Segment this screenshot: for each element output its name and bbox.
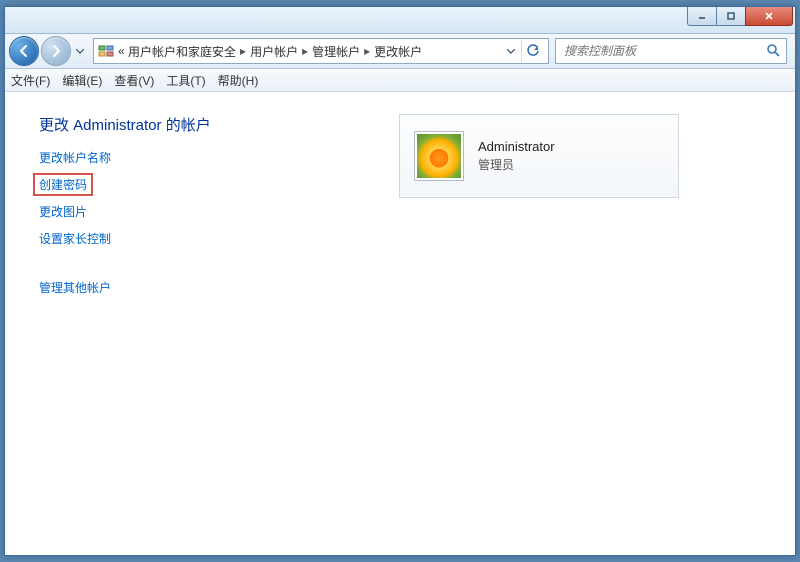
refresh-icon	[526, 44, 540, 58]
menu-tools[interactable]: 工具(T)	[166, 72, 205, 89]
breadcrumb-item[interactable]: 更改帐户	[374, 43, 422, 60]
close-button[interactable]	[745, 7, 793, 26]
back-arrow-icon	[17, 44, 31, 58]
breadcrumb-label: 更改帐户	[374, 43, 422, 60]
breadcrumb-label: 用户帐户和家庭安全	[128, 43, 236, 60]
titlebar	[5, 7, 795, 34]
breadcrumb-overflow[interactable]: «	[118, 44, 125, 58]
refresh-button[interactable]	[521, 40, 544, 62]
breadcrumb-item[interactable]: 管理帐户 ▸	[312, 43, 374, 60]
breadcrumb-item[interactable]: 用户帐户 ▸	[250, 43, 312, 60]
back-button[interactable]	[9, 36, 39, 66]
link-create-password[interactable]: 创建密码	[33, 173, 93, 196]
left-column: 更改 Administrator 的帐户 更改帐户名称 创建密码 更改图片 设置…	[39, 114, 379, 492]
menu-help[interactable]: 帮助(H)	[218, 72, 259, 89]
breadcrumb-label: 用户帐户	[250, 43, 298, 60]
control-panel-window: « 用户帐户和家庭安全 ▸ 用户帐户 ▸ 管理帐户 ▸ 更改帐户 文件(F) 编辑(E…	[4, 6, 796, 556]
menu-edit[interactable]: 编辑(E)	[62, 72, 102, 89]
close-icon	[764, 11, 774, 21]
avatar	[414, 131, 464, 181]
breadcrumb-label: 管理帐户	[312, 43, 360, 60]
breadcrumb-item[interactable]: 用户帐户和家庭安全 ▸	[125, 43, 250, 60]
menu-file[interactable]: 文件(F)	[11, 72, 50, 89]
account-info: Administrator 管理员	[478, 139, 555, 173]
minimize-button[interactable]	[687, 7, 717, 26]
link-parental-controls[interactable]: 设置家长控制	[39, 230, 111, 247]
history-dropdown[interactable]	[73, 41, 87, 61]
chevron-down-icon	[76, 49, 84, 54]
account-card[interactable]: Administrator 管理员	[399, 114, 679, 198]
minimize-icon	[697, 11, 707, 21]
right-column: Administrator 管理员	[379, 114, 761, 492]
chevron-down-icon[interactable]	[507, 49, 515, 54]
link-manage-other-accounts[interactable]: 管理其他帐户	[39, 279, 111, 296]
chevron-right-icon: ▸	[240, 44, 246, 58]
account-name: Administrator	[478, 139, 555, 154]
chevron-right-icon: ▸	[364, 44, 370, 58]
spacer	[39, 257, 379, 269]
address-controls	[507, 40, 544, 62]
menu-view[interactable]: 查看(V)	[114, 72, 154, 89]
search-input[interactable]	[562, 43, 766, 59]
address-bar[interactable]: « 用户帐户和家庭安全 ▸ 用户帐户 ▸ 管理帐户 ▸ 更改帐户	[93, 38, 549, 64]
avatar-flower-icon	[417, 134, 461, 178]
chevron-right-icon: ▸	[302, 44, 308, 58]
link-change-account-name[interactable]: 更改帐户名称	[39, 149, 111, 166]
search-box[interactable]	[555, 38, 787, 64]
content-area: 更改 Administrator 的帐户 更改帐户名称 创建密码 更改图片 设置…	[5, 92, 795, 514]
page-title: 更改 Administrator 的帐户	[39, 114, 379, 135]
maximize-button[interactable]	[716, 7, 746, 26]
forward-arrow-icon	[49, 44, 63, 58]
task-links: 更改帐户名称 创建密码 更改图片 设置家长控制 管理其他帐户	[39, 149, 379, 296]
search-icon[interactable]	[766, 43, 780, 60]
forward-button[interactable]	[41, 36, 71, 66]
navbar: « 用户帐户和家庭安全 ▸ 用户帐户 ▸ 管理帐户 ▸ 更改帐户	[5, 34, 795, 69]
control-panel-icon	[98, 43, 114, 59]
maximize-icon	[726, 11, 736, 21]
window-buttons	[688, 7, 793, 26]
account-role: 管理员	[478, 156, 555, 173]
menubar: 文件(F) 编辑(E) 查看(V) 工具(T) 帮助(H)	[5, 69, 795, 92]
link-change-picture[interactable]: 更改图片	[39, 203, 87, 220]
